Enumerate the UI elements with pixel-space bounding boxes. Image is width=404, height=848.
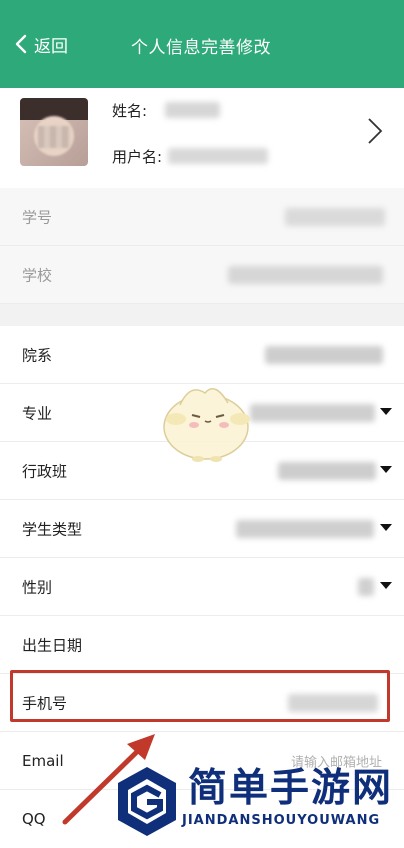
row-student-type[interactable]: 学生类型 <box>0 500 404 558</box>
row-birthday[interactable]: 出生日期 <box>0 616 404 674</box>
avatar <box>20 98 88 166</box>
row-student-id: 学号 <box>0 188 404 246</box>
chevron-left-icon <box>10 33 32 55</box>
watermark-logo-icon <box>118 767 176 836</box>
username-label: 用户名: <box>112 148 163 166</box>
dropdown-caret-icon <box>380 466 392 473</box>
back-button[interactable]: 返回 <box>10 30 68 58</box>
dropdown-caret-icon <box>380 524 392 531</box>
watermark-title: 简单手游网 <box>188 766 394 811</box>
school-value-blurred <box>228 266 383 284</box>
major-label: 专业 <box>22 404 53 422</box>
app-header: 返回 个人信息完善修改 <box>0 0 404 88</box>
chevron-right-icon <box>368 118 383 144</box>
department-value-blurred <box>265 346 383 364</box>
name-label: 姓名: <box>112 102 148 120</box>
gender-value-blurred <box>358 578 374 596</box>
page-title: 个人信息完善修改 <box>131 38 271 58</box>
row-phone[interactable]: 手机号 <box>0 674 404 732</box>
watermark-subtitle: JIANDANSHOUYOUWANG <box>182 813 381 828</box>
phone-value-blurred <box>288 694 378 712</box>
dropdown-caret-icon <box>380 408 392 415</box>
birthday-label: 出生日期 <box>22 636 83 654</box>
school-label: 学校 <box>22 266 53 284</box>
major-value-blurred <box>250 404 375 422</box>
row-gender[interactable]: 性别 <box>0 558 404 616</box>
phone-label: 手机号 <box>22 694 68 712</box>
profile-card[interactable]: 姓名: 用户名: <box>0 88 404 184</box>
row-school: 学校 <box>0 246 404 304</box>
dropdown-caret-icon <box>380 582 392 589</box>
student-type-value-blurred <box>236 520 374 538</box>
site-watermark: 简单手游网 JIANDANSHOUYOUWANG <box>116 765 404 838</box>
name-value-blurred <box>165 102 220 118</box>
student-type-label: 学生类型 <box>22 520 83 538</box>
qq-label: QQ <box>22 810 46 828</box>
mascot-image <box>163 388 250 462</box>
student-id-label: 学号 <box>22 208 53 226</box>
department-label: 院系 <box>22 346 53 364</box>
student-id-value-blurred <box>285 208 385 226</box>
username-value-blurred <box>168 148 268 164</box>
back-label: 返回 <box>34 36 68 57</box>
class-label: 行政班 <box>22 462 68 480</box>
class-value-blurred <box>278 462 376 480</box>
gender-label: 性别 <box>22 578 53 596</box>
section-gap <box>0 304 404 326</box>
